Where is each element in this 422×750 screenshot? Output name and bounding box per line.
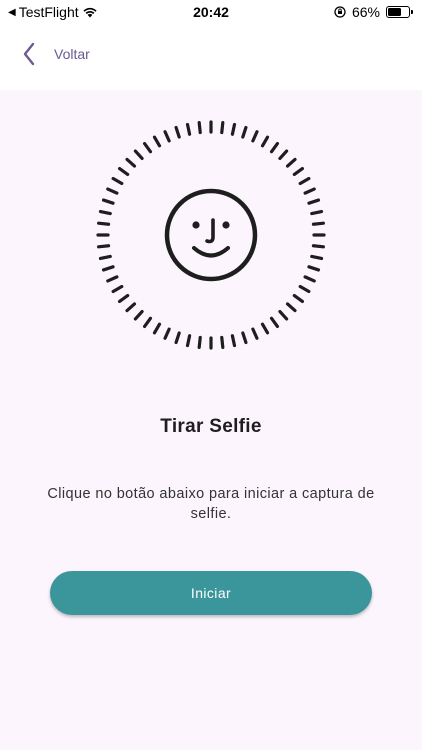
ring-tick xyxy=(133,149,144,161)
ring-tick xyxy=(174,331,181,345)
status-right: 66% xyxy=(334,4,413,20)
ring-tick xyxy=(106,275,119,283)
ring-tick xyxy=(230,334,237,348)
ring-tick xyxy=(101,265,115,272)
ring-tick xyxy=(241,125,248,139)
face-outline xyxy=(164,188,258,282)
ring-tick xyxy=(185,122,192,136)
ring-ticks xyxy=(96,120,326,350)
face-capture-graphic xyxy=(96,120,326,350)
ring-tick xyxy=(101,198,115,205)
ring-tick xyxy=(163,327,171,340)
face-eye-right xyxy=(222,221,230,229)
ring-tick xyxy=(174,125,181,139)
ring-tick xyxy=(269,141,280,154)
header: Voltar xyxy=(0,24,422,90)
ring-tick xyxy=(285,302,297,313)
face-eye-left xyxy=(192,221,200,229)
battery-icon xyxy=(386,6,413,18)
start-button[interactable]: Iniciar xyxy=(50,571,372,615)
ring-tick xyxy=(311,221,325,226)
ring-tick xyxy=(117,166,130,177)
ring-tick xyxy=(197,335,202,349)
battery-fill xyxy=(388,8,402,16)
ring-tick xyxy=(298,284,311,294)
ring-tick xyxy=(220,121,225,135)
ring-tick xyxy=(125,302,137,313)
ring-tick xyxy=(278,149,289,161)
ring-tick xyxy=(152,322,162,335)
instructions-text: Clique no botão abaixo para iniciar a ca… xyxy=(47,486,375,522)
ring-tick xyxy=(307,198,321,205)
ring-tick xyxy=(260,322,270,335)
ring-tick xyxy=(278,309,289,321)
face-mouth xyxy=(192,246,230,258)
ring-tick xyxy=(260,135,270,148)
ring-tick xyxy=(298,176,311,186)
ring-tick xyxy=(307,265,321,272)
ring-tick xyxy=(197,121,202,135)
ring-tick xyxy=(111,284,124,294)
ring-tick xyxy=(220,335,225,349)
ring-tick xyxy=(111,176,124,186)
battery-percent: 66% xyxy=(351,4,380,20)
back-label: Voltar xyxy=(54,46,90,62)
ring-tick xyxy=(285,157,297,168)
ring-tick xyxy=(152,135,162,148)
ring-tick xyxy=(303,275,316,283)
page-title: Tirar Selfie xyxy=(160,416,262,437)
chevron-left-icon xyxy=(23,42,35,66)
ring-tick xyxy=(230,122,237,136)
ring-tick xyxy=(106,187,119,195)
ring-tick xyxy=(251,327,259,340)
back-button[interactable]: Voltar xyxy=(22,38,90,70)
ring-tick xyxy=(303,187,316,195)
ring-tick xyxy=(97,221,111,226)
ring-tick xyxy=(185,334,192,348)
status-bar: ◀ TestFlight 20:42 66% xyxy=(0,0,422,24)
face-nose xyxy=(205,218,215,244)
ring-tick xyxy=(133,309,144,321)
face-id-icon xyxy=(96,120,326,350)
ring-tick xyxy=(125,157,137,168)
orientation-lock-icon xyxy=(334,6,346,18)
ring-tick xyxy=(292,293,305,304)
ring-tick xyxy=(98,209,112,216)
content: Tirar Selfie Clique no botão abaixo para… xyxy=(0,90,422,750)
ring-tick xyxy=(310,209,324,216)
ring-tick xyxy=(292,166,305,177)
ring-tick xyxy=(98,254,112,261)
ring-tick xyxy=(251,130,259,143)
ring-tick xyxy=(142,316,153,329)
ring-tick xyxy=(311,244,325,249)
ring-tick xyxy=(97,244,111,249)
ring-tick xyxy=(269,316,280,329)
ring-tick xyxy=(241,331,248,345)
screen: ◀ TestFlight 20:42 66% Voltar Tirar Self… xyxy=(0,0,422,750)
ring-tick xyxy=(310,254,324,261)
ring-tick xyxy=(142,141,153,154)
ring-tick xyxy=(163,130,171,143)
ring-tick xyxy=(117,293,130,304)
